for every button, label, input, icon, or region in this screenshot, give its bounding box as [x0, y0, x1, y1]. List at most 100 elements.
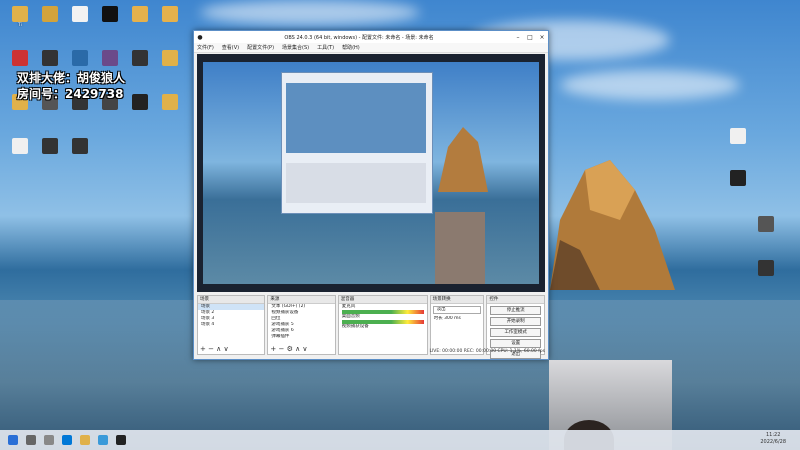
obs-window[interactable]: ● OBS 24.0.3 (64 bit, windows) - 配置文件: 未… — [193, 30, 549, 360]
clock-date: 2022/6/28 — [760, 439, 786, 445]
sources-dock: 来源 文本 (GDI+) (2) 视频捕获设备 回位 游戏捕获 5 游戏捕获 6… — [267, 295, 336, 355]
app-icon[interactable] — [98, 435, 108, 445]
shortcut-glyph-icon — [162, 50, 178, 66]
shortcut-glyph-icon — [162, 94, 178, 110]
transitions-dock: 场景转换 淡出 时长 300 ms — [429, 295, 485, 355]
nested-docks — [286, 163, 426, 203]
start-icon[interactable] — [8, 435, 18, 445]
shortcut-glyph-icon — [12, 50, 28, 66]
desktop-shortcut-icon[interactable] — [36, 6, 64, 40]
system-clock[interactable]: 11:22 2022/6/28 — [760, 432, 786, 446]
obs-status-bar: LIVE: 00:00:00 REC: 00:00:00 CPU: 1.1%, … — [429, 349, 545, 354]
desktop-shortcut-icon[interactable]: Ti — [6, 6, 34, 40]
desktop-shortcut-icon[interactable] — [126, 6, 154, 40]
preview-rock — [438, 127, 488, 192]
shortcut-glyph-icon — [72, 6, 88, 22]
studio-mode-button[interactable]: 工作室模式 — [490, 328, 541, 337]
duration-field[interactable]: 300 ms — [444, 316, 461, 321]
overlay-room-line: 房间号：2429738 — [17, 87, 124, 101]
shortcut-glyph-icon — [730, 128, 746, 144]
taskbar: 11:22 2022/6/28 — [0, 430, 800, 450]
obs-window-title: OBS 24.0.3 (64 bit, windows) - 配置文件: 未命名… — [284, 34, 434, 41]
obs-titlebar[interactable]: ● OBS 24.0.3 (64 bit, windows) - 配置文件: 未… — [194, 31, 548, 43]
shortcut-glyph-icon — [12, 138, 28, 154]
menu-help[interactable]: 帮助(H) — [342, 44, 360, 51]
transitions-dock-title: 场景转换 — [430, 296, 484, 304]
desktop-shortcut-icon[interactable] — [724, 170, 752, 204]
cloud — [200, 0, 420, 25]
audio-mixer-dock: 混音器 麦克风 桌面音频 视频捕获设备 — [337, 295, 428, 355]
close-icon[interactable]: × — [536, 34, 548, 41]
mixer-track-name: 视频捕获设备 — [341, 324, 369, 329]
shortcut-glyph-icon — [758, 216, 774, 232]
rock-formation — [550, 160, 675, 290]
stop-streaming-button[interactable]: 停止推流 — [490, 306, 541, 315]
shortcut-glyph-icon — [72, 138, 88, 154]
controls-dock-title: 控件 — [487, 296, 544, 304]
desktop-shortcut-icon[interactable] — [96, 6, 124, 40]
scenes-dock-title: 场景 — [198, 296, 265, 304]
preview-webcam — [435, 212, 485, 284]
overlay-partner-line: 双排大佬：胡俊狼人 — [17, 71, 126, 85]
desktop-shortcut-icon[interactable] — [156, 50, 184, 84]
maximize-icon[interactable]: □ — [524, 34, 536, 41]
minimize-icon[interactable]: – — [512, 34, 524, 41]
source-item[interactable]: 弹幕插件 — [268, 334, 334, 340]
shortcut-glyph-icon — [102, 6, 118, 22]
menu-scene-collection[interactable]: 场景集合(S) — [282, 44, 309, 51]
desktop-shortcut-icon[interactable] — [66, 138, 94, 172]
shortcut-glyph-icon — [72, 50, 88, 66]
desktop-shortcut-icon[interactable] — [66, 6, 94, 40]
edge-icon[interactable] — [62, 435, 72, 445]
desktop-shortcut-icon[interactable] — [126, 94, 154, 128]
shortcut-label: Ti — [18, 22, 22, 27]
start-recording-button[interactable]: 开始录制 — [490, 317, 541, 326]
obs-docks: 场景 场景 场景 2 场景 3 场景 4 + − ∧ ∨ 来源 文本 (GDI+… — [197, 295, 545, 359]
desktop-shortcut-icon[interactable] — [126, 50, 154, 84]
duration-label: 时长 — [433, 316, 443, 321]
menu-view[interactable]: 查看(V) — [222, 44, 239, 51]
shortcut-glyph-icon — [758, 260, 774, 276]
shortcut-glyph-icon — [102, 50, 118, 66]
shortcut-glyph-icon — [132, 50, 148, 66]
menu-file[interactable]: 文件(F) — [197, 44, 214, 51]
shortcut-glyph-icon — [132, 6, 148, 22]
settings-button[interactable]: 设置 — [490, 339, 541, 348]
menu-profile[interactable]: 配置文件(P) — [247, 44, 274, 51]
task-view-icon[interactable] — [44, 435, 54, 445]
shortcut-glyph-icon — [132, 94, 148, 110]
desktop-shortcut-icon[interactable] — [156, 6, 184, 40]
nested-preview — [286, 83, 426, 153]
obs-preview[interactable] — [197, 54, 545, 292]
scenes-dock: 场景 场景 场景 2 场景 3 场景 4 + − ∧ ∨ — [197, 295, 266, 355]
sources-dock-title: 来源 — [268, 296, 335, 304]
mixer-dock-title: 混音器 — [338, 296, 427, 304]
clock-time: 11:22 — [765, 432, 781, 438]
controls-dock: 控件 停止推流 开始录制 工作室模式 设置 退出 — [486, 295, 545, 359]
shortcut-glyph-icon — [162, 6, 178, 22]
obs-menubar: 文件(F) 查看(V) 配置文件(P) 场景集合(S) 工具(T) 帮助(H) — [194, 43, 548, 53]
shortcut-glyph-icon — [42, 50, 58, 66]
search-icon[interactable] — [26, 435, 36, 445]
shortcut-glyph-icon — [12, 6, 28, 22]
explorer-icon[interactable] — [80, 435, 90, 445]
transition-duration-row: 时长 300 ms — [431, 316, 484, 322]
shortcut-glyph-icon — [42, 138, 58, 154]
stream-overlay-text: 双排大佬：胡俊狼人 房间号：2429738 — [17, 70, 125, 102]
scene-item[interactable]: 场景 4 — [198, 322, 264, 328]
obs-taskbar-icon[interactable] — [116, 435, 126, 445]
preview-desktop-capture — [203, 62, 539, 284]
desktop-shortcut-icon[interactable] — [752, 260, 780, 294]
desktop-shortcut-icon[interactable] — [724, 128, 752, 162]
shortcut-glyph-icon — [42, 6, 58, 22]
shortcut-glyph-icon — [730, 170, 746, 186]
desktop-shortcut-icon[interactable] — [6, 138, 34, 172]
menu-tools[interactable]: 工具(T) — [317, 44, 334, 51]
transition-select[interactable]: 淡出 — [432, 306, 482, 314]
nested-obs-window — [281, 72, 433, 214]
obs-app-icon: ● — [197, 33, 203, 41]
desktop-shortcut-icon[interactable] — [752, 216, 780, 250]
desktop-shortcut-icon[interactable] — [36, 138, 64, 172]
desktop-shortcut-icon[interactable] — [156, 94, 184, 128]
cloud — [560, 70, 740, 100]
